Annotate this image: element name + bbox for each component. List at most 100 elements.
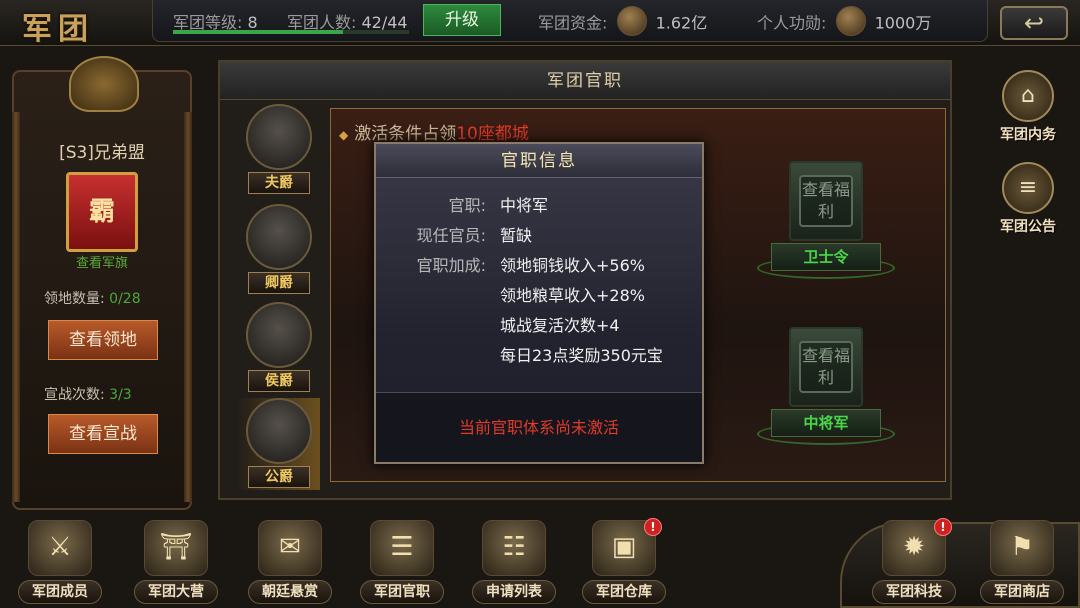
shop-icon: ⚑ [990,520,1054,576]
funds-label: 军团资金: [538,13,608,33]
back-arrow-icon: ↩ [1023,9,1045,37]
rank-label: 公爵 [248,466,310,488]
left-pillar [12,112,20,502]
popup-body: 官职: 中将军 现任官员: 暂缺 官职加成: 领地铜钱收入+56% 领地粮草收入… [376,180,702,390]
merit-stat: 个人功勋: 1000万 [757,6,932,39]
rank-list: 夫爵 卿爵 侯爵 公爵 [230,104,330,494]
activation-condition: ◆ 激活条件占领10座都城 [339,119,529,144]
post-tower-zhongjiangjun[interactable]: 查看福利 中将军 [757,327,895,445]
territory-label: 领地数量: [44,291,105,307]
nav-guild-posts[interactable]: ☰ 军团官职 [356,520,448,608]
guild-info-panel: [S3]兄弟盟 霸 查看军旗 领地数量: 0/28 查看领地 宣战次数: 3/3… [12,56,192,510]
view-territory-button[interactable]: 查看领地 [48,320,158,360]
nav-label: 朝廷悬赏 [248,580,332,604]
territory-value: 0/28 [109,291,141,307]
document-icon: ≡ [1002,162,1054,214]
guild-notice-label: 军团公告 [1000,219,1056,235]
helmet-icon [246,204,312,270]
view-flag-link[interactable]: 查看军旗 [14,252,190,271]
nav-label: 军团仓库 [582,580,666,604]
helmet-icon [246,302,312,368]
panel-title: 军团官职 [220,62,950,100]
view-benefit-button[interactable]: 查看福利 [799,341,853,393]
merit-value: 1000万 [874,13,932,33]
nav-guild-camp[interactable]: ⛩ 军团大营 [130,520,222,608]
list-icon: ☷ [482,520,546,576]
bottom-nav: ⚔ 军团成员 ⛩ 军团大营 ✉ 朝廷悬赏 ☰ 军团官职 ☷ 申请列表 ▣ ! 军… [0,512,1080,608]
post-tower-weishiling[interactable]: 查看福利 卫士令 [757,161,895,279]
post-value: 中将军 [500,196,549,215]
funds-stat: 军团资金: 1.62亿 [538,6,708,39]
territory-count: 领地数量: 0/28 [44,288,141,308]
tower-box: 查看福利 [789,161,863,241]
rank-tab-fu[interactable]: 夫爵 [236,104,320,196]
bonus-item: 领地粮草收入+28% [500,286,645,305]
guild-flag[interactable]: 霸 [66,172,138,252]
nav-label: 军团官职 [360,580,444,604]
rank-label: 侯爵 [248,370,310,392]
members-icon: ⚔ [28,520,92,576]
tower-post-label: 卫士令 [771,243,881,271]
guild-affairs-label: 军团内务 [1000,127,1056,143]
funds-icon [616,6,647,36]
holder-value: 暂缺 [500,226,533,245]
top-bar: 军团 军团等级: 8 军团人数: 42/44 升级 军团资金: 1.62亿 个人… [0,0,1080,47]
bounty-icon: ✉ [258,520,322,576]
guild-notice-button[interactable]: ≡ 军团公告 [988,162,1068,236]
diamond-icon: ◆ [339,128,349,142]
dragon-crest-icon [69,56,139,112]
right-pillar [184,112,192,502]
palace-icon: ⌂ [1002,70,1054,122]
helmet-icon [246,104,312,170]
activate-prefix: 激活条件占领 [354,124,457,144]
back-button[interactable]: ↩ [1000,6,1068,40]
rank-label: 卿爵 [248,272,310,294]
guild-affairs-button[interactable]: ⌂ 军团内务 [988,70,1068,144]
nav-label: 军团大营 [134,580,218,604]
helmet-icon [246,398,312,464]
view-war-button[interactable]: 查看宣战 [48,414,158,454]
nav-court-bounty[interactable]: ✉ 朝廷悬赏 [244,520,336,608]
rank-tab-hou[interactable]: 侯爵 [236,302,320,394]
inactive-notice: 当前官职体系尚未激活 [376,392,702,462]
nav-guild-tech[interactable]: ✹ ! 军团科技 [868,518,960,608]
funds-value: 1.62亿 [655,13,708,33]
nav-guild-shop[interactable]: ⚑ 军团商店 [976,520,1068,608]
nav-guild-warehouse[interactable]: ▣ ! 军团仓库 [578,518,670,608]
camp-icon: ⛩ [144,520,208,576]
level-progress-fill [173,30,343,34]
nav-application-list[interactable]: ☷ 申请列表 [468,520,560,608]
scroll-icon: ☰ [370,520,434,576]
merit-icon [835,6,866,36]
tower-box: 查看福利 [789,327,863,407]
nav-label: 军团科技 [872,580,956,604]
alert-badge: ! [934,518,952,536]
level-progress-bar [173,30,409,34]
merit-label: 个人功勋: [757,13,827,33]
war-value: 3/3 [109,387,132,403]
guild-name: [S3]兄弟盟 [59,143,145,163]
war-label: 宣战次数: [44,387,105,403]
view-benefit-button[interactable]: 查看福利 [799,175,853,227]
war-count: 宣战次数: 3/3 [44,384,132,404]
bonus-item: 领地铜钱收入+56% [500,256,645,275]
alert-badge: ! [644,518,662,536]
upgrade-button[interactable]: 升级 [423,4,501,36]
post-label: 官职: [448,196,486,215]
rank-tab-gong[interactable]: 公爵 [236,398,320,490]
stats-bar: 军团等级: 8 军团人数: 42/44 升级 军团资金: 1.62亿 个人功勋:… [152,0,988,42]
nav-label: 军团成员 [18,580,102,604]
rank-tab-qing[interactable]: 卿爵 [236,204,320,296]
bonus-item: 每日23点奖励350元宝 [500,346,663,365]
nav-label: 军团商店 [980,580,1064,604]
bonus-label: 官职加成: [416,256,486,275]
holder-label: 现任官员: [416,226,486,245]
rank-label: 夫爵 [248,172,310,194]
bonus-item: 城战复活次数+4 [500,316,620,335]
nav-guild-members[interactable]: ⚔ 军团成员 [14,520,106,608]
tower-post-label: 中将军 [771,409,881,437]
popup-title: 官职信息 [376,144,702,178]
activate-highlight: 10座都城 [456,124,529,144]
nav-label: 申请列表 [472,580,556,604]
page-title: 军团 [22,12,94,47]
